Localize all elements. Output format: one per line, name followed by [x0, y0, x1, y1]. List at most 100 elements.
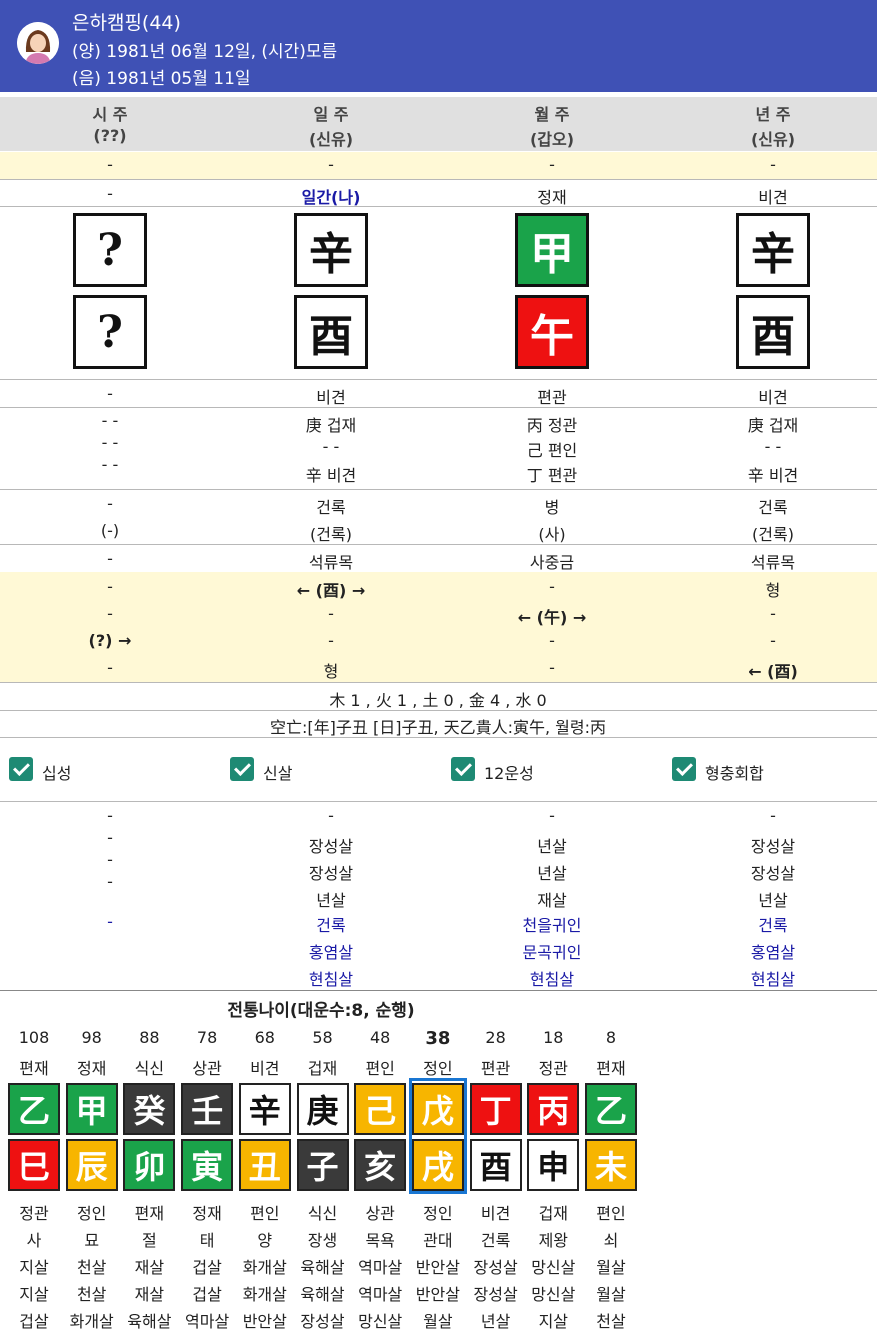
daeun-branch[interactable]: 申 [527, 1139, 580, 1191]
daeun-age[interactable]: 98 [63, 1028, 121, 1047]
checkbox-1[interactable] [9, 757, 33, 781]
pillar-header-band [0, 97, 877, 151]
daeun-detail: 겁살 [192, 1285, 222, 1304]
sinsal-cell: 장성살 [308, 864, 354, 883]
daeun-stem[interactable]: 壬 [181, 1083, 234, 1135]
stems-char[interactable]: 甲 [515, 213, 589, 287]
daeun-top-ten-god: 편관 [480, 1059, 511, 1078]
daeun-top-ten-god: 편재 [19, 1059, 49, 1078]
twelve-stage: 건록 [316, 498, 346, 517]
daeun-age[interactable]: 108 [5, 1028, 63, 1047]
top-dash-cell: - [770, 155, 776, 174]
sinsal-cell: 재살 [537, 891, 567, 910]
daeun-stem[interactable]: 庚 [296, 1083, 349, 1135]
divider [0, 801, 877, 802]
daeun-detail: 제왕 [538, 1231, 569, 1250]
sinsal-cell: - [549, 806, 555, 825]
daeun-top-ten-god: 정관 [538, 1059, 569, 1078]
checkbox-2[interactable] [230, 757, 254, 781]
daeun-branch[interactable]: 卯 [123, 1139, 176, 1191]
branches-char[interactable]: 午 [515, 295, 589, 369]
daeun-detail: 육해살 [300, 1285, 345, 1304]
daeun-branch[interactable]: 寅 [181, 1139, 234, 1191]
daeun-detail: 망신살 [358, 1312, 403, 1331]
profile-name: 은하캠핑(44) [72, 12, 181, 34]
daeun-detail: 장성살 [473, 1258, 518, 1277]
daeun-age[interactable]: 18 [524, 1028, 582, 1047]
sinsal-cell: 장성살 [750, 864, 796, 883]
top-dash-cell: - [549, 155, 555, 174]
sinsal-cell: 장성살 [308, 837, 354, 856]
branches-char[interactable]: 酉 [736, 295, 810, 369]
twelve-stage: (-) [100, 521, 120, 540]
daeun-branch[interactable]: 未 [585, 1139, 637, 1191]
stems-char[interactable]: 辛 [736, 213, 810, 287]
daeun-age[interactable]: 68 [236, 1028, 294, 1047]
daeun-detail: 천살 [76, 1285, 107, 1304]
daeun-age[interactable]: 8 [582, 1028, 640, 1047]
daeun-stem[interactable]: 乙 [585, 1083, 637, 1135]
branch-ten-god: 편관 [537, 388, 567, 407]
gwiin-cell: 현침살 [529, 970, 575, 989]
sinsal-cell: - [328, 806, 334, 825]
relation-cell: - [107, 577, 113, 596]
daeun-detail: 월살 [596, 1258, 626, 1277]
twelve-stage: (건록) [752, 525, 794, 544]
solar-birthdate: (양) 1981년 06월 12일, (시간)모름 [72, 42, 338, 62]
daeun-branch[interactable]: 巳 [8, 1139, 60, 1191]
daeun-selection-frame[interactable] [408, 1078, 467, 1194]
daeun-stem[interactable]: 己 [354, 1083, 407, 1135]
daeun-age[interactable]: 58 [294, 1028, 352, 1047]
relation-cell: 형 [765, 581, 781, 600]
checkbox-label[interactable]: 형충회합 [705, 760, 764, 784]
profile-header: 은하캠핑(44) (양) 1981년 06월 12일, (시간)모름 (음) 1… [0, 0, 877, 92]
daeun-age[interactable]: 78 [178, 1028, 236, 1047]
daeun-stem[interactable]: 癸 [123, 1083, 176, 1135]
daeun-branch[interactable]: 亥 [354, 1139, 407, 1191]
branches-char[interactable]: 酉 [294, 295, 368, 369]
branches-char[interactable]: ? [73, 295, 147, 369]
daeun-stem[interactable]: 辛 [238, 1083, 291, 1135]
stems-char[interactable]: 辛 [294, 213, 368, 287]
daeun-branch[interactable]: 丑 [238, 1139, 291, 1191]
daeun-detail: 지살 [19, 1285, 49, 1304]
daeun-stem[interactable]: 乙 [8, 1083, 60, 1135]
avatar[interactable] [17, 22, 59, 64]
pillar-subtitle: (신유) [308, 130, 354, 149]
daeun-stem[interactable]: 甲 [65, 1083, 118, 1135]
daeun-age[interactable]: 38 [409, 1028, 467, 1049]
daeun-branch[interactable]: 酉 [469, 1139, 522, 1191]
checkbox-4[interactable] [672, 757, 696, 781]
daeun-detail: 식신 [307, 1204, 338, 1223]
checkbox-label[interactable]: 신살 [263, 760, 292, 784]
daeun-detail: 반안살 [242, 1312, 287, 1331]
gwiin-cell: - [107, 912, 113, 931]
daeun-stem[interactable]: 丁 [469, 1083, 522, 1135]
relation-cell: - [107, 658, 113, 677]
stems-char[interactable]: ? [73, 213, 147, 287]
branch-ten-god: - [107, 384, 113, 403]
daeun-detail: 역마살 [358, 1258, 403, 1277]
pillar-title: 시 주 [92, 105, 128, 124]
daeun-top-ten-god: 식신 [134, 1059, 165, 1078]
checkbox-label[interactable]: 십성 [42, 760, 71, 784]
checkbox-label[interactable]: 12운성 [484, 760, 534, 784]
napeum: - [107, 549, 113, 568]
daeun-age[interactable]: 28 [467, 1028, 525, 1047]
relation-cell: ← (酉) [748, 662, 798, 681]
daeun-age[interactable]: 48 [351, 1028, 409, 1047]
branch-ten-god: 비견 [758, 388, 788, 407]
gwiin-cell: 건록 [316, 916, 346, 935]
daeun-age[interactable]: 88 [120, 1028, 178, 1047]
daeun-stem[interactable]: 丙 [527, 1083, 580, 1135]
divider [0, 206, 877, 207]
stem-ten-god: 정재 [537, 188, 567, 207]
daeun-detail: 화개살 [242, 1285, 287, 1304]
daeun-detail: 천살 [76, 1258, 107, 1277]
daeun-branch[interactable]: 辰 [65, 1139, 118, 1191]
twelve-stage: 건록 [758, 498, 788, 517]
daeun-branch[interactable]: 子 [296, 1139, 349, 1191]
sinsal-cell: 장성살 [750, 837, 796, 856]
daeun-detail: 천살 [596, 1312, 626, 1331]
checkbox-3[interactable] [451, 757, 475, 781]
